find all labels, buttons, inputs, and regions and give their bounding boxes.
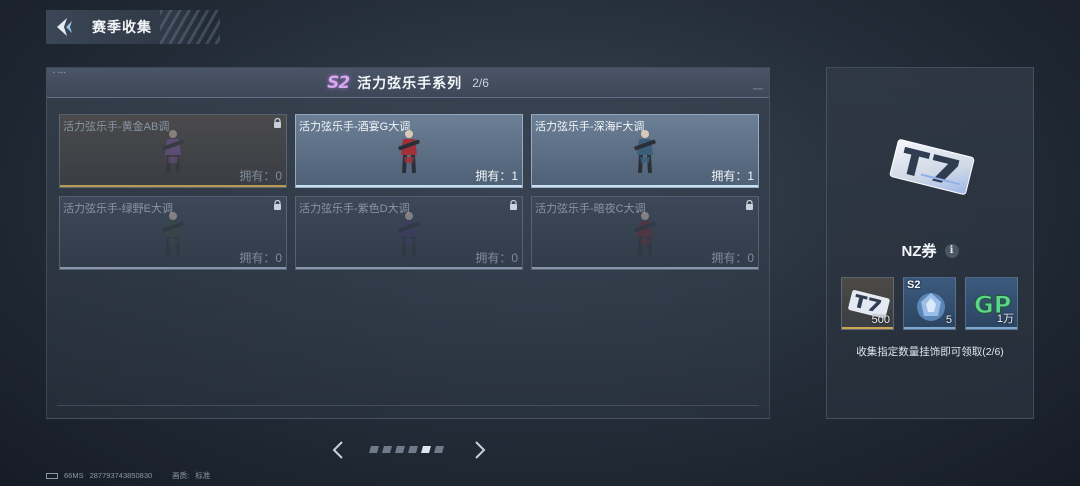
rarity-bar [296,267,522,269]
reward-panel: NZ券 i 500 S2 5 GP 1万 收集指定数量挂饰即可领取(2/6) [826,67,1034,419]
prev-page-icon[interactable] [330,440,348,460]
collection-card[interactable]: 活力弦乐手-深海F大调拥有：1 [531,114,759,188]
header-decoration [160,10,220,44]
rarity-bar [904,327,955,329]
lock-icon [274,118,281,128]
card-name: 活力弦乐手-暗夜C大调 [535,203,646,215]
reward-description: 收集指定数量挂饰即可领取(2/6) [856,346,1004,358]
collection-card[interactable]: 活力弦乐手-绿野E大调拥有：0 [59,196,287,270]
reward-name: NZ券 [901,243,937,260]
collection-card[interactable]: 活力弦乐手-紫色D大调拥有：0 [295,196,523,270]
reward-amount: 1万 [996,313,1014,325]
pager [328,436,488,464]
rarity-bar [60,267,286,269]
owned-count: 拥有：0 [239,251,282,265]
collection-card[interactable]: 活力弦乐手-暗夜C大调拥有：0 [531,196,759,270]
battery-icon [46,472,58,479]
reward-tag: S2 [907,279,921,291]
lock-icon [274,200,281,210]
pager-dot[interactable] [395,446,405,453]
nz-ticket-icon [889,139,975,195]
collection-card[interactable]: 活力弦乐手-酒宴G大调拥有：1 [295,114,523,188]
reward-item-s2-crystal[interactable]: S2 5 [903,277,956,330]
character-figure-icon [398,212,420,255]
quality-value: 标准 [195,471,211,480]
lock-icon [510,200,517,210]
owned-count: 拥有：1 [475,169,518,183]
owned-count: 拥有：0 [475,251,518,265]
status-footer: 66MS 287793743850830 画质: 标准 [46,470,210,481]
lock-icon [746,200,753,210]
page-title: 赛季收集 [92,19,152,35]
character-figure-icon [162,130,184,173]
reward-title: NZ券 i [827,240,1033,261]
quality-label: 画质: [172,471,190,480]
reward-amount: 5 [945,314,952,326]
pager-dot[interactable] [382,446,392,453]
uid-text: 287793743850830 [89,471,153,480]
reward-items: 500 S2 5 GP 1万 [841,277,1021,331]
character-figure-icon [162,212,184,255]
panel-corner-decoration: ▪▪▪▪▪▪▪ [753,86,763,91]
reward-item-nz-ticket[interactable]: 500 [841,277,894,330]
panel-corner-decoration: ▪ ▪▪▪ [53,70,67,76]
series-progress: 2/6 [472,75,489,90]
next-page-icon[interactable] [470,440,488,460]
owned-count: 拥有：0 [711,251,754,265]
owned-count: 拥有：1 [711,169,754,183]
collection-panel: ▪ ▪▪▪ S2 活力弦乐手系列 2/6 ▪▪▪▪▪▪▪ 活力弦乐手-黄金AB调… [46,67,770,419]
series-header: ▪ ▪▪▪ S2 活力弦乐手系列 2/6 ▪▪▪▪▪▪▪ [47,68,769,98]
rarity-bar [532,267,758,269]
ping-text: 66MS [64,471,84,480]
pager-dot[interactable] [369,446,379,453]
rarity-bar [60,185,286,187]
card-name: 活力弦乐手-黄金AB调 [63,121,170,133]
card-name: 活力弦乐手-紫色D大调 [299,203,410,215]
owned-count: 拥有：0 [239,169,282,183]
character-figure-icon [634,130,656,173]
card-name: 活力弦乐手-深海F大调 [535,121,645,133]
rarity-bar [842,327,893,329]
info-icon[interactable]: i [944,243,959,258]
season-badge: S2 [327,72,350,93]
reward-amount: 500 [871,314,890,326]
pager-dot[interactable] [421,446,431,453]
pager-dots [369,446,444,453]
character-figure-icon [634,212,656,255]
back-arrow-icon [57,18,72,36]
character-figure-icon [398,130,420,173]
series-title: 活力弦乐手系列 [357,74,463,91]
reward-item-gp[interactable]: GP 1万 [965,277,1018,330]
collection-card[interactable]: 活力弦乐手-黄金AB调拥有：0 [59,114,287,188]
rarity-bar [532,185,758,187]
pager-dot[interactable] [434,446,444,453]
card-name: 活力弦乐手-绿野E大调 [63,203,173,215]
rarity-bar [296,185,522,187]
rarity-bar [966,327,1017,329]
card-name: 活力弦乐手-酒宴G大调 [299,121,411,133]
panel-divider [57,405,759,406]
pager-dot[interactable] [408,446,418,453]
back-button[interactable] [46,10,82,44]
